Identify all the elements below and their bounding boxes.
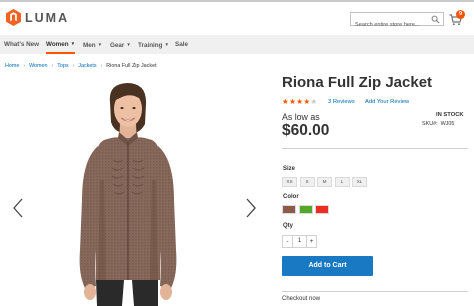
chevron-down-icon: ▼: [126, 42, 131, 47]
breadcrumb-jackets[interactable]: Jackets: [78, 63, 96, 69]
gallery-next-button[interactable]: [245, 198, 257, 218]
size-option-m[interactable]: M: [317, 177, 332, 187]
nav-item-label: Men: [83, 42, 96, 49]
breadcrumb-separator-icon: ›: [51, 63, 54, 69]
size-option-s[interactable]: S: [299, 177, 315, 187]
sku-value: WJ05: [440, 121, 455, 127]
product-gallery: [0, 80, 272, 306]
search-box: [350, 12, 444, 31]
breadcrumb-tops[interactable]: Tops: [57, 63, 68, 69]
size-label: Size: [283, 166, 296, 172]
chevron-down-icon: ▼: [70, 41, 76, 46]
nav-item-training[interactable]: Training ▼: [138, 35, 169, 54]
qty-label: Qty: [283, 223, 294, 229]
star-empty-icon: ★: [310, 97, 318, 106]
breadcrumb-current: Riona Full Zip Jacket: [106, 63, 157, 69]
quantity-stepper: - 1 +: [282, 235, 317, 248]
chevron-down-icon: ▼: [97, 42, 103, 47]
product-title: Riona Full Zip Jacket: [282, 74, 433, 91]
breadcrumb-separator-icon: ›: [100, 63, 103, 69]
luma-logo-icon: [6, 9, 21, 26]
nav-item-men[interactable]: Men ▼: [83, 35, 102, 54]
swatch-fill: [299, 206, 312, 213]
product-photo[interactable]: [0, 80, 272, 306]
nav-item-women[interactable]: Women ▼: [46, 35, 76, 54]
add-to-cart-button[interactable]: Add to Cart: [282, 256, 373, 276]
qty-decrease-button[interactable]: -: [282, 235, 293, 248]
nav-item-label: Gear: [110, 42, 125, 49]
nav-item-label: Women: [46, 41, 69, 48]
rating-stars: ★★★★★: [282, 98, 318, 106]
product-price: $60.00: [282, 122, 330, 139]
logo-text: LUMA: [25, 10, 70, 25]
star-filled-icon: ★: [303, 97, 311, 106]
minicart-button[interactable]: 9: [449, 10, 467, 26]
breadcrumb-separator-icon: ›: [72, 63, 75, 69]
nav-item-whats-new[interactable]: What's New: [4, 35, 39, 54]
color-swatch-red[interactable]: [315, 205, 329, 214]
nav-item-label: What's New: [4, 41, 40, 48]
qty-input[interactable]: 1: [293, 235, 306, 248]
breadcrumb-separator-icon: ›: [23, 63, 26, 69]
color-swatch-brown[interactable]: [282, 205, 296, 214]
logo[interactable]: LUMA: [6, 9, 69, 26]
divider: [282, 148, 468, 149]
price-label: As low as: [282, 112, 320, 122]
search-input[interactable]: [351, 19, 431, 31]
checkout-now-label: Checkout now: [282, 296, 321, 302]
breadcrumb: Home › Women › Tops › Jackets › Riona Full Zip J…: [5, 63, 157, 69]
chevron-down-icon: ▼: [164, 42, 169, 47]
size-options: XS S M L XL: [282, 177, 370, 187]
color-label: Color: [283, 194, 299, 200]
color-swatch-green[interactable]: [298, 205, 313, 214]
sku-label: SKU#:: [422, 121, 438, 127]
nav-item-gear[interactable]: Gear ▼: [110, 35, 131, 54]
search-icon[interactable]: [431, 15, 440, 24]
nav-item-label: Sale: [175, 41, 188, 48]
cart-count-badge: 9: [456, 10, 465, 19]
stock-status: IN STOCK: [436, 112, 464, 118]
add-review-link[interactable]: Add Your Review: [365, 99, 409, 105]
divider: [282, 291, 468, 292]
swatch-fill: [316, 206, 328, 213]
sku: SKU#: WJ05: [422, 121, 454, 127]
nav-item-label: Training: [138, 42, 163, 49]
reviews-link[interactable]: 3 Reviews: [328, 99, 355, 105]
breadcrumb-home[interactable]: Home: [5, 63, 19, 69]
size-option-l[interactable]: L: [334, 177, 350, 187]
gallery-prev-button[interactable]: [12, 198, 24, 218]
color-options: [282, 205, 332, 214]
size-option-xl[interactable]: XL: [352, 177, 367, 187]
qty-increase-button[interactable]: +: [306, 235, 317, 248]
nav-item-sale[interactable]: Sale: [175, 35, 188, 54]
swatch-fill: [283, 206, 295, 213]
main-nav: What's New Women ▼ Men ▼ Gear ▼ Training ▼ S…: [0, 35, 474, 54]
top-border: [0, 0, 474, 2]
breadcrumb-women[interactable]: Women: [29, 63, 47, 69]
size-option-xs[interactable]: XS: [282, 177, 297, 187]
